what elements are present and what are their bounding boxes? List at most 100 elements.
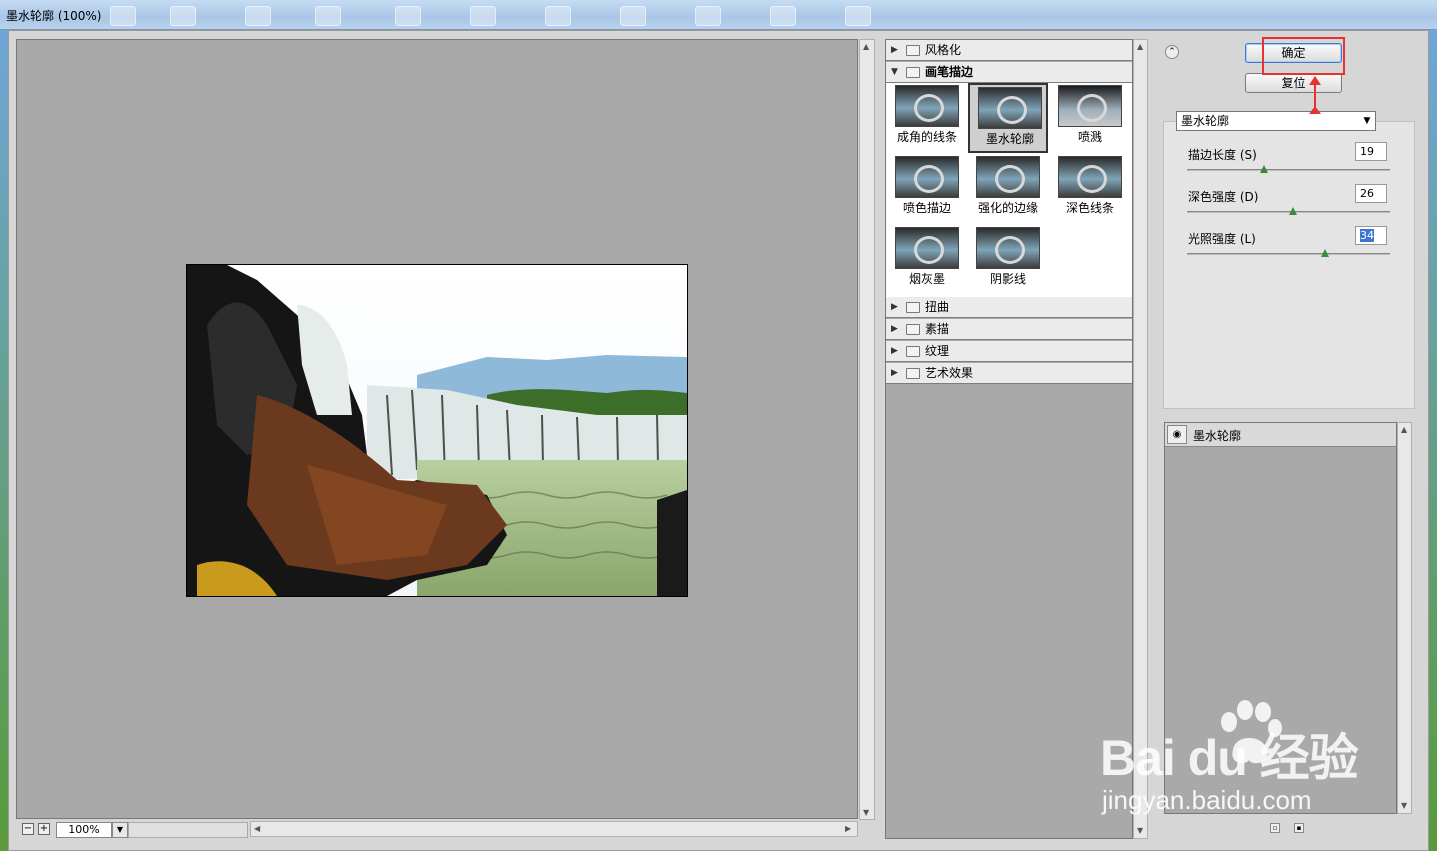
filter-preview-icon <box>976 227 1040 269</box>
delete-effect-layer-icon[interactable]: ▪ <box>1294 823 1304 833</box>
thumb-spatter[interactable]: 喷溅 <box>1050 83 1130 153</box>
thumb-accented-edges[interactable]: 强化的边缘 <box>968 154 1048 224</box>
filter-preview-icon <box>976 156 1040 198</box>
folder-icon <box>906 302 920 313</box>
zoom-bar-filler <box>128 822 248 838</box>
taskbar-thumb-icon <box>770 6 796 26</box>
category-distort[interactable]: ▶ 扭曲 <box>886 297 1132 318</box>
effect-layer-row[interactable]: ◉ 墨水轮廓 <box>1165 423 1396 447</box>
scroll-up-icon[interactable]: ▲ <box>863 42 869 52</box>
taskbar-thumb-icon <box>245 6 271 26</box>
preview-image[interactable] <box>186 264 688 597</box>
ok-button-highlight <box>1262 37 1345 75</box>
scroll-right-icon[interactable]: ▶ <box>845 824 851 834</box>
category-sketch[interactable]: ▶ 素描 <box>886 319 1132 340</box>
category-label: 素描 <box>925 322 950 336</box>
expand-triangle-icon[interactable]: ▶ <box>891 40 898 60</box>
expand-triangle-icon[interactable]: ▶ <box>891 363 898 383</box>
zoom-bar: − + 100% ▼ <box>16 821 250 839</box>
filter-select[interactable]: 墨水轮廓 ▼ <box>1176 111 1376 131</box>
thumb-label: 喷色描边 <box>902 201 951 215</box>
thumb-label: 强化的边缘 <box>977 201 1038 215</box>
category-label: 风格化 <box>925 43 962 57</box>
thumb-crosshatch[interactable]: 阴影线 <box>968 225 1048 295</box>
slider-track[interactable] <box>1187 253 1390 255</box>
expand-triangle-icon[interactable]: ▶ <box>891 297 898 317</box>
thumb-label: 烟灰墨 <box>908 272 945 286</box>
thumb-label: 喷溅 <box>1077 130 1102 144</box>
preview-vertical-scrollbar[interactable]: ▲ ▼ <box>859 39 875 820</box>
arrow-tail-icon <box>1309 106 1321 114</box>
taskbar-thumb-icon <box>845 6 871 26</box>
eye-icon[interactable]: ◉ <box>1167 425 1187 444</box>
scroll-down-icon[interactable]: ▼ <box>1401 801 1407 811</box>
chevron-down-icon[interactable]: ▼ <box>1359 112 1375 130</box>
category-label: 扭曲 <box>925 300 950 314</box>
slider-knob[interactable] <box>1260 165 1269 173</box>
category-artistic[interactable]: ▶ 艺术效果 <box>886 363 1132 384</box>
filter-preview-icon <box>895 156 959 198</box>
expand-triangle-icon[interactable]: ▶ <box>891 319 898 339</box>
effect-layers-list: ◉ 墨水轮廓 <box>1164 422 1397 814</box>
collapse-triangle-icon[interactable]: ▼ <box>891 62 898 82</box>
thumb-label: 阴影线 <box>989 272 1026 286</box>
param-label: 深色强度 (D) <box>1188 190 1259 204</box>
scroll-down-icon[interactable]: ▼ <box>1137 826 1143 836</box>
layers-vertical-scrollbar[interactable]: ▲ ▼ <box>1397 422 1412 814</box>
taskbar-thumb-icon <box>470 6 496 26</box>
scroll-down-icon[interactable]: ▼ <box>863 808 869 818</box>
preview-horizontal-scrollbar[interactable]: ◀ ▶ <box>250 821 858 837</box>
param-label: 光照强度 (L) <box>1188 232 1256 246</box>
category-brush-strokes[interactable]: ▼ 画笔描边 <box>886 62 1132 83</box>
taskbar-thumb-icon <box>315 6 341 26</box>
filter-select-value: 墨水轮廓 <box>1181 114 1230 128</box>
thumb-ink-outlines[interactable]: 墨水轮廓 <box>968 83 1048 153</box>
zoom-out-button[interactable]: − <box>22 823 34 835</box>
dark-intensity-field[interactable]: 26 <box>1355 184 1387 203</box>
filter-preview-icon <box>895 85 959 127</box>
stroke-length-field[interactable]: 19 <box>1355 142 1387 161</box>
thumb-sprayed-strokes[interactable]: 喷色描边 <box>887 154 967 224</box>
zoom-in-button[interactable]: + <box>38 823 50 835</box>
category-stylize[interactable]: ▶ 风格化 <box>886 40 1132 61</box>
thumb-angled-strokes[interactable]: 成角的线条 <box>887 83 967 153</box>
settings-panel: ⌃ 确定 复位 墨水轮廓 ▼ 描边长度 (S) 19 深色强度 (D) 26 光… <box>1157 39 1427 839</box>
param-value: 19 <box>1360 145 1374 158</box>
taskbar-thumb-icon <box>545 6 571 26</box>
reset-button[interactable]: 复位 <box>1245 73 1342 93</box>
folder-icon <box>906 67 920 78</box>
thumb-label: 墨水轮廓 <box>985 132 1034 146</box>
expand-triangle-icon[interactable]: ▶ <box>891 341 898 361</box>
filter-preview-icon <box>978 87 1042 129</box>
zoom-level-field[interactable]: 100% <box>56 822 112 838</box>
category-texture[interactable]: ▶ 纹理 <box>886 341 1132 362</box>
slider-track[interactable] <box>1187 169 1390 171</box>
filter-gallery-list: ▶ 风格化 ▼ 画笔描边 成角的线条 墨水轮廓 喷溅 喷色描边 强化的边缘 深色… <box>885 39 1133 839</box>
slider-knob[interactable] <box>1321 249 1330 257</box>
folder-icon <box>906 324 920 335</box>
thumb-sumi-e[interactable]: 烟灰墨 <box>887 225 967 295</box>
param-value: 26 <box>1360 187 1374 200</box>
scroll-up-icon[interactable]: ▲ <box>1137 42 1143 52</box>
new-effect-layer-icon[interactable]: ▫ <box>1270 823 1280 833</box>
zoom-dropdown-icon[interactable]: ▼ <box>112 822 128 838</box>
arrow-head-icon <box>1309 76 1321 85</box>
taskbar-thumb-icon <box>620 6 646 26</box>
collapse-gallery-icon[interactable]: ⌃ <box>1165 45 1179 59</box>
category-label: 纹理 <box>925 344 950 358</box>
param-value: 34 <box>1360 229 1374 242</box>
desktop-edge-left <box>0 30 8 851</box>
scroll-left-icon[interactable]: ◀ <box>254 824 260 834</box>
filter-preview-icon <box>895 227 959 269</box>
category-label: 画笔描边 <box>925 65 974 79</box>
filter-preview-icon <box>1058 156 1122 198</box>
thumb-label: 成角的线条 <box>896 130 957 144</box>
gallery-vertical-scrollbar[interactable]: ▲ ▼ <box>1133 39 1148 839</box>
title-bar: 墨水轮廓 (100%) <box>0 0 1437 30</box>
waterfall-image <box>187 265 687 596</box>
light-intensity-field[interactable]: 34 <box>1355 226 1387 245</box>
thumb-dark-strokes[interactable]: 深色线条 <box>1050 154 1130 224</box>
scroll-up-icon[interactable]: ▲ <box>1401 425 1407 435</box>
slider-knob[interactable] <box>1288 207 1297 215</box>
window-title: 墨水轮廓 (100%) <box>6 9 102 23</box>
